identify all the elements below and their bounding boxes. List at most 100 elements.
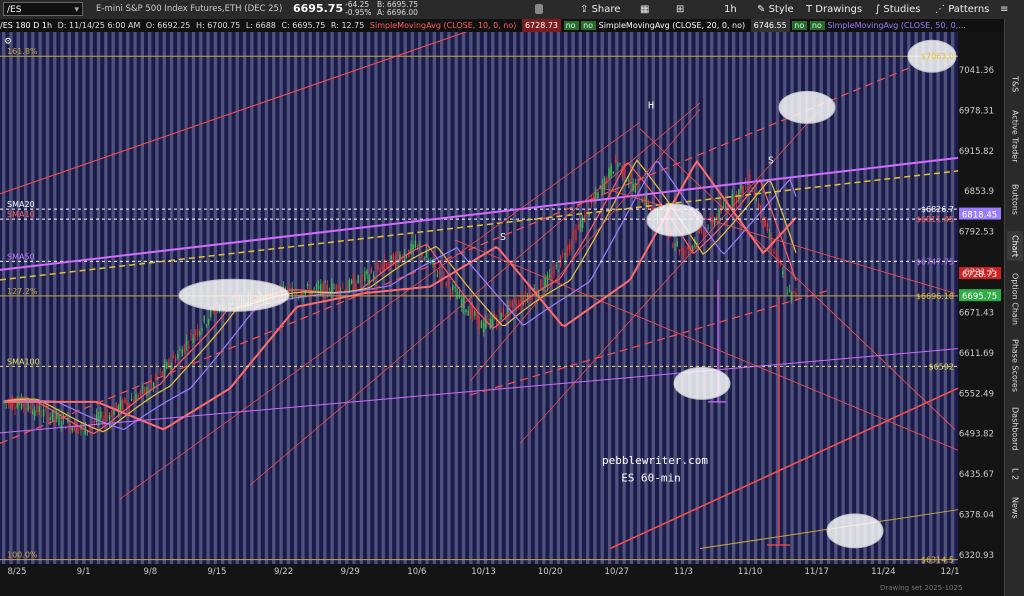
studies-button[interactable]: ∫ Studies: [875, 2, 921, 17]
sma20-study[interactable]: SimpleMovingAvg (CLOSE, 20, 0, no): [599, 21, 749, 30]
style-button[interactable]: ✎ Style: [757, 2, 794, 17]
candle: [163, 364, 166, 373]
candle: [579, 223, 582, 227]
price-label-5: $6696.18: [916, 292, 954, 301]
stripe: [534, 32, 539, 564]
y-tick-label-7: 6611.69: [959, 349, 994, 359]
highlight-ellipse-1: [178, 278, 290, 312]
patterns-button[interactable]: ⋰ Patterns: [935, 2, 989, 17]
share-button[interactable]: ⇪ Share: [580, 2, 620, 17]
stripe: [111, 32, 115, 564]
candle: [447, 278, 450, 283]
y-tick-label-5: 6731.7: [964, 268, 994, 278]
candle: [40, 415, 43, 417]
candle: [608, 168, 610, 178]
candle: [612, 171, 615, 175]
candle: [78, 427, 80, 429]
x-tick-label-12: 11/17: [804, 567, 829, 577]
candle: [416, 244, 419, 246]
candle: [773, 250, 775, 254]
candle: [482, 322, 485, 332]
candle: [207, 319, 210, 323]
candle: [423, 257, 425, 260]
date-value: D: 11/14/25 6:00 AM: [57, 21, 141, 30]
add-icon[interactable]: ⊞: [676, 2, 684, 17]
candle: [733, 197, 736, 205]
candle: [753, 190, 755, 196]
stripe: [615, 32, 619, 564]
candle: [42, 408, 45, 417]
side-tab-option-chain[interactable]: Option Chain: [1007, 269, 1023, 329]
more-icon[interactable]: ≡: [1000, 2, 1008, 17]
side-tab-dashboard[interactable]: Dashboard: [1007, 403, 1023, 455]
sma10-value: 6728.73: [521, 19, 562, 32]
stripe: [870, 32, 874, 564]
candle: [683, 248, 685, 259]
symbol-selector[interactable]: /ES ▾: [3, 2, 83, 16]
stripe: [863, 32, 867, 564]
period-label: /ES 180 D 1h: [0, 21, 53, 30]
candle: [795, 292, 797, 299]
stripe: [169, 32, 174, 564]
side-tab-chart[interactable]: Chart: [1007, 231, 1023, 261]
side-tab-active-trader[interactable]: Active Trader: [1007, 105, 1023, 167]
stripe: [892, 32, 896, 564]
stripe: [315, 32, 320, 564]
side-tab-buttons[interactable]: Buttons: [1007, 175, 1023, 223]
candle: [313, 287, 315, 289]
price-label-3: $6747.75: [916, 257, 954, 266]
candle: [388, 263, 390, 265]
y-tick-label-3: 6853.9: [964, 187, 994, 197]
timeframe-button[interactable]: 1h: [724, 2, 737, 17]
candle: [577, 225, 579, 229]
chart-canvas[interactable]: HSSpebblewriter.comES 60-min161.8%SMA20S…: [0, 32, 1004, 596]
candle: [793, 291, 795, 293]
sma50-study[interactable]: SimpleMovingAvg (CLOSE, 50, 0,...: [827, 21, 969, 30]
highlight-ellipse-2: [646, 203, 704, 237]
candle: [542, 289, 544, 291]
candle: [568, 244, 571, 250]
candle: [174, 357, 177, 363]
candle: [14, 406, 16, 409]
candle: [680, 248, 683, 251]
symbol-text: /ES: [7, 5, 22, 15]
scroll-handle[interactable]: [535, 4, 543, 14]
stripe: [834, 32, 838, 564]
patterns-icon: ⋰: [935, 4, 945, 15]
candle: [575, 229, 577, 241]
stripe: [367, 32, 371, 564]
sma10-study[interactable]: SimpleMovingAvg (CLOSE, 10, 0, no): [370, 21, 520, 30]
candle: [190, 333, 192, 335]
drawings-icon: T: [806, 4, 813, 15]
side-tab-news[interactable]: News: [1007, 493, 1023, 523]
candle: [82, 425, 84, 428]
stripe: [9, 32, 13, 564]
chart-info-line: /ES 180 D 1h D: 11/14/25 6:00 AM O: 6692…: [0, 19, 1004, 32]
grid-icon[interactable]: ▦: [640, 2, 649, 17]
highlight-ellipse-4: [778, 90, 836, 124]
candle: [146, 386, 148, 396]
side-tab-l-2[interactable]: L 2: [1007, 463, 1023, 485]
candle: [361, 274, 364, 277]
candle: [324, 281, 326, 283]
y-tick-label-2: 6915.82: [959, 147, 994, 157]
side-tab-phase-scores[interactable]: Phase Scores: [1007, 337, 1023, 395]
candle: [557, 270, 560, 272]
candle: [674, 244, 676, 246]
candle: [630, 173, 632, 178]
y-tick-label-9: 6493.82: [959, 430, 994, 440]
drawings-button[interactable]: T Drawings: [806, 2, 862, 17]
stripe: [308, 32, 312, 564]
stripe: [440, 32, 444, 564]
price-chart[interactable]: H S Spebblewriter.com ES 60-min 161.8% SMA20 S…: [0, 32, 1004, 596]
candle: [348, 280, 351, 291]
stripe: [410, 32, 415, 564]
drawings-label: Drawings: [815, 4, 863, 15]
candle: [71, 426, 73, 432]
candle: [709, 216, 711, 218]
candle: [700, 226, 703, 232]
side-tab-t-s[interactable]: T&S: [1007, 71, 1023, 97]
candle: [471, 306, 474, 316]
y-tick-label-11: 6378.04: [959, 511, 994, 521]
annotation-1: S: [500, 232, 506, 243]
